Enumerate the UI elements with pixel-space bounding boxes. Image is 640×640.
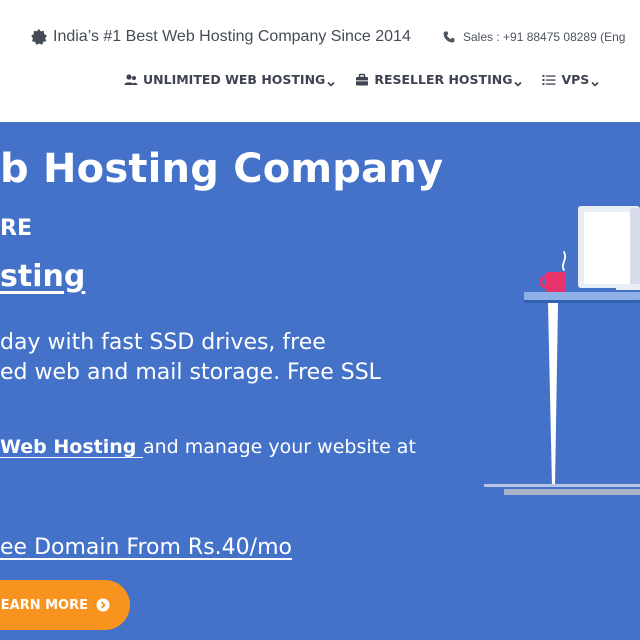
- main-nav: UNLIMITED WEB HOSTING RESELLER HOSTING V…: [124, 72, 599, 87]
- phone-icon: [443, 31, 455, 43]
- mug-shape: [546, 272, 566, 292]
- arrow-circle-right-icon: [96, 598, 110, 612]
- sales-contact[interactable]: Sales : +91 88475 08289 (Eng: [443, 30, 625, 44]
- hero-subtitle: RE: [0, 216, 32, 241]
- header: India’s #1 Best Web Hosting Company Sinc…: [0, 0, 640, 122]
- sales-text: Sales : +91 88475 08289 (Eng: [463, 30, 626, 44]
- chevron-down-icon: [514, 76, 523, 87]
- nav-label: RESELLER HOSTING: [374, 72, 513, 87]
- learn-more-label: EARN MORE: [0, 597, 88, 613]
- nav-item-vps[interactable]: VPS: [542, 72, 599, 87]
- hero-description: day with fast SSD drives, free ed web an…: [0, 328, 420, 388]
- web-hosting-link[interactable]: Web Hosting: [0, 436, 143, 458]
- hero-product-link[interactable]: sting: [0, 259, 85, 294]
- nav-item-reseller-hosting[interactable]: RESELLER HOSTING: [355, 72, 523, 87]
- hero-banner: b Hosting Company RE sting day with fast…: [0, 122, 640, 640]
- nav-label: VPS: [561, 72, 590, 87]
- hero-title: b Hosting Company: [0, 146, 444, 192]
- users-icon: [124, 73, 138, 87]
- nav-item-unlimited-web-hosting[interactable]: UNLIMITED WEB HOSTING: [124, 72, 335, 87]
- desk-illustration: [480, 192, 640, 502]
- learn-more-button[interactable]: EARN MORE: [0, 580, 130, 630]
- chevron-down-icon: [591, 76, 599, 87]
- list-icon: [542, 73, 556, 87]
- briefcase-icon: [355, 73, 369, 87]
- free-domain-link[interactable]: ee Domain From Rs.40/mo: [0, 535, 292, 560]
- hero-desc-line: day with fast SSD drives, free: [0, 330, 326, 355]
- chevron-down-icon: [327, 76, 335, 87]
- hero-cta-text: Web Hosting and manage your website at: [0, 436, 416, 458]
- nav-label: UNLIMITED WEB HOSTING: [143, 72, 326, 87]
- tagline-text: India’s #1 Best Web Hosting Company Sinc…: [53, 28, 411, 45]
- company-tagline: India’s #1 Best Web Hosting Company Sinc…: [31, 28, 411, 46]
- hero-cta-rest: and manage your website at: [142, 436, 416, 458]
- hero-desc-line: ed web and mail storage. Free SSL: [0, 360, 381, 385]
- award-badge-icon: [31, 29, 47, 45]
